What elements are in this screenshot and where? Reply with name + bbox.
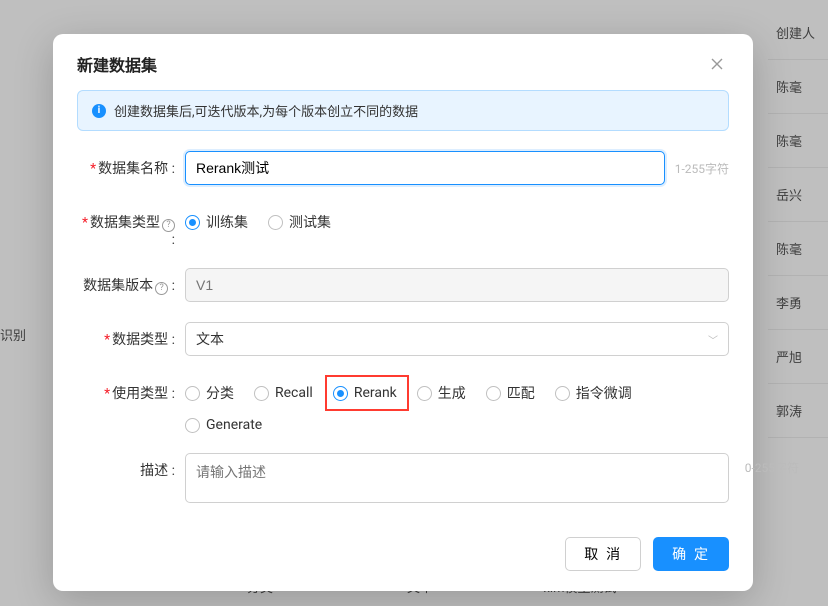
close-button[interactable] xyxy=(705,52,729,76)
radio-label: 测试集 xyxy=(289,212,331,232)
confirm-button[interactable]: 确 定 xyxy=(653,537,729,571)
radio-icon xyxy=(555,386,570,401)
radio-label: Rerank xyxy=(354,385,397,401)
radio-icon xyxy=(254,386,269,401)
radio-label: Recall xyxy=(275,385,313,401)
radio-icon xyxy=(185,215,200,230)
label-dataset-name: *数据集名称 : xyxy=(77,151,185,178)
radio-usage-match[interactable]: 匹配 xyxy=(486,383,535,403)
radio-usage-rerank[interactable]: Rerank xyxy=(325,375,409,411)
radio-icon xyxy=(417,386,432,401)
radio-label: 分类 xyxy=(206,383,234,403)
name-hint: 1-255字符 xyxy=(675,160,729,177)
cancel-button[interactable]: 取 消 xyxy=(565,537,641,571)
description-textarea[interactable] xyxy=(185,453,729,503)
radio-icon xyxy=(185,418,200,433)
radio-icon xyxy=(185,386,200,401)
radio-usage-recall[interactable]: Recall xyxy=(254,383,313,403)
info-icon: i xyxy=(92,104,106,118)
create-dataset-modal: 新建数据集 i 创建数据集后,可迭代版本,为每个版本创立不同的数据 *数据集名称… xyxy=(53,34,753,591)
radio-icon xyxy=(268,215,283,230)
radio-icon xyxy=(486,386,501,401)
radio-usage-instruct-tune[interactable]: 指令微调 xyxy=(555,383,632,403)
help-icon[interactable]: ? xyxy=(155,282,168,295)
radio-label: Generate xyxy=(206,417,262,433)
radio-label: 生成 xyxy=(438,383,466,403)
data-type-select[interactable]: 文本 ﹀ xyxy=(185,322,729,356)
radio-test-set[interactable]: 测试集 xyxy=(268,212,331,232)
radio-label: 训练集 xyxy=(206,212,248,232)
label-description: 描述 : xyxy=(77,453,185,480)
radio-usage-classify[interactable]: 分类 xyxy=(185,383,234,403)
desc-hint: 0-255字符 xyxy=(745,459,799,476)
dataset-version-input xyxy=(185,268,729,302)
help-icon[interactable]: ? xyxy=(162,219,175,232)
select-value: 文本 xyxy=(196,329,224,349)
radio-usage-generate-cn[interactable]: 生成 xyxy=(417,383,466,403)
info-banner: i 创建数据集后,可迭代版本,为每个版本创立不同的数据 xyxy=(77,90,729,131)
radio-usage-generate-en[interactable]: Generate xyxy=(185,417,262,433)
radio-label: 指令微调 xyxy=(576,383,632,403)
radio-icon xyxy=(333,386,348,401)
label-dataset-type: *数据集类型? : xyxy=(77,205,185,248)
chevron-down-icon: ﹀ xyxy=(708,332,718,347)
label-usage-type: *使用类型 : xyxy=(77,376,185,403)
label-dataset-version: 数据集版本? : xyxy=(77,268,185,295)
close-icon xyxy=(711,58,723,70)
modal-title: 新建数据集 xyxy=(77,52,157,76)
radio-training-set[interactable]: 训练集 xyxy=(185,212,248,232)
label-data-type: *数据类型 : xyxy=(77,322,185,349)
info-banner-text: 创建数据集后,可迭代版本,为每个版本创立不同的数据 xyxy=(114,101,418,120)
dataset-name-input[interactable] xyxy=(185,151,665,185)
radio-label: 匹配 xyxy=(507,383,535,403)
